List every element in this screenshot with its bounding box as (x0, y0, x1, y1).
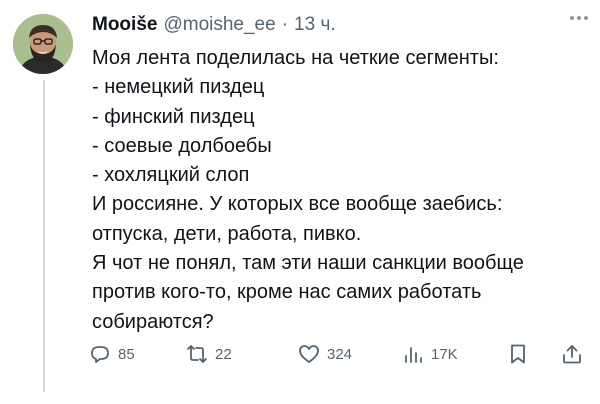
like-icon (299, 345, 319, 363)
share-icon (563, 345, 581, 364)
reply-button[interactable]: 85 (88, 342, 135, 366)
bookmark-icon (511, 344, 525, 364)
tweet-line: - финский пиздец (92, 105, 255, 128)
author-name[interactable]: Mooiše (92, 14, 157, 36)
thread-line (43, 80, 45, 392)
tweet-line: против кого-то, кроме нас самих работать (92, 281, 482, 304)
share-button[interactable] (560, 342, 584, 366)
bookmark-button[interactable] (506, 342, 530, 366)
tweet: Mooiše @moishe_ee · 13 ч. Моя лента поде… (0, 0, 600, 404)
reply-count: 85 (118, 345, 135, 363)
separator-dot: · (281, 14, 289, 35)
like-count: 324 (327, 345, 353, 363)
repost-icon (187, 345, 207, 363)
tweet-line: - немецкий пиздец (92, 76, 265, 99)
tweet-line: отпуска, дети, работа, пивко. (92, 222, 362, 245)
views-count: 17K (431, 345, 458, 363)
author-handle[interactable]: @moishe_ee (163, 14, 275, 36)
avatar[interactable] (13, 14, 73, 74)
tweet-line: Моя лента поделилась на четкие сегменты: (92, 47, 499, 69)
tweet-text: Моя лента поделилась на четкие сегменты:… (92, 44, 592, 337)
more-icon[interactable] (570, 16, 588, 20)
tweet-line: И россияне. У которых все вообще заебись… (92, 193, 503, 216)
avatar-illustration (13, 14, 73, 74)
timestamp[interactable]: 13 ч. (294, 14, 336, 36)
action-bar: 85 22 324 17K (88, 340, 588, 372)
repost-button[interactable]: 22 (185, 342, 232, 366)
like-button[interactable]: 324 (297, 342, 352, 366)
tweet-line: собираются? (92, 310, 214, 333)
tweet-line: Я чот не понял, там эти наши санкции воо… (92, 252, 524, 275)
reply-icon (91, 346, 109, 363)
views-button[interactable]: 17K (401, 342, 458, 366)
views-icon (405, 347, 422, 363)
repost-count: 22 (215, 345, 232, 363)
tweet-line: - соевые долбоебы (92, 134, 272, 157)
tweet-header: Mooiše @moishe_ee · 13 ч. (92, 13, 336, 37)
tweet-line: - хохляцкий слоп (92, 164, 250, 187)
